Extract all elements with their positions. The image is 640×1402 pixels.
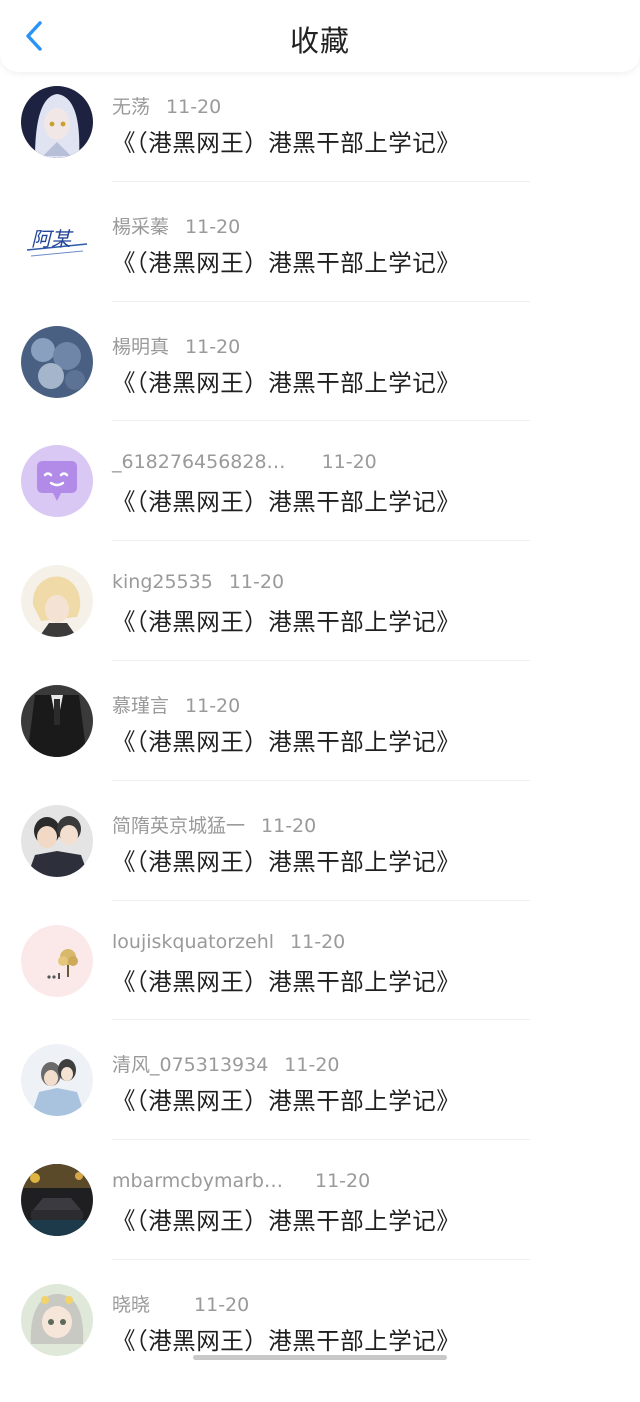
- list-item[interactable]: loujiskquatorzehl 11-20 《（港黑网王）港黑干部上学记》: [0, 923, 640, 1043]
- user-name[interactable]: loujiskquatorzehl: [112, 931, 274, 953]
- divider: [112, 420, 530, 422]
- couple-avatar-icon: [21, 1044, 93, 1117]
- book-title[interactable]: 《（港黑网王）港黑干部上学记》: [112, 843, 460, 877]
- user-name[interactable]: 慕瑾言: [112, 695, 169, 717]
- chibi-girl-avatar-icon: [21, 1283, 93, 1356]
- item-meta: mbarmcbymarb… 11-20: [112, 1170, 370, 1196]
- user-name[interactable]: 无荡: [112, 96, 150, 118]
- book-title[interactable]: 《（港黑网王）港黑干部上学记》: [112, 603, 460, 637]
- item-meta: 无荡 11-20: [112, 92, 221, 118]
- list-item[interactable]: 清风_075313934 11-20 《（港黑网王）港黑干部上学记》: [0, 1042, 640, 1162]
- book-title[interactable]: 《（港黑网王）港黑干部上学记》: [112, 124, 460, 158]
- book-title[interactable]: 《（港黑网王）港黑干部上学记》: [112, 483, 460, 517]
- list-item[interactable]: mbarmcbymarb… 11-20 《（港黑网王）港黑干部上学记》: [0, 1162, 640, 1282]
- home-indicator[interactable]: [193, 1355, 447, 1360]
- list-item[interactable]: king25535 11-20 《（港黑网王）港黑干部上学记》: [0, 563, 640, 683]
- item-meta: 楊采蓁 11-20: [112, 212, 240, 238]
- item-date: 11-20: [185, 215, 241, 238]
- user-name[interactable]: mbarmcbymarb…: [112, 1170, 283, 1192]
- item-meta: 慕瑾言 11-20: [112, 691, 240, 717]
- divider: [112, 180, 530, 182]
- item-meta: 楊明真 11-20: [112, 332, 240, 358]
- anime-girl-avatar-icon: [21, 86, 93, 158]
- divider: [112, 1019, 530, 1021]
- avatar[interactable]: [21, 924, 93, 997]
- avatar[interactable]: [21, 1164, 93, 1237]
- item-date: 11-20: [261, 814, 317, 837]
- book-title[interactable]: 《（港黑网王）港黑干部上学记》: [112, 723, 460, 757]
- avatar[interactable]: [21, 1283, 93, 1356]
- user-name[interactable]: 清风_075313934: [112, 1054, 268, 1076]
- item-meta: 晓晓 11-20: [112, 1290, 249, 1316]
- user-name[interactable]: 晓晓: [112, 1294, 150, 1316]
- user-name[interactable]: 简隋英京城猛一: [112, 815, 245, 837]
- avatar[interactable]: [21, 86, 93, 158]
- flowers-avatar-icon: [21, 325, 93, 398]
- list-item[interactable]: 楊明真 11-20 《（港黑网王）港黑干部上学记》: [0, 324, 640, 444]
- list-item[interactable]: 晓晓 11-20 《（港黑网王）港黑干部上学记》: [0, 1282, 640, 1402]
- user-name[interactable]: 楊采蓁: [112, 216, 169, 238]
- divider: [112, 899, 530, 901]
- avatar[interactable]: [21, 1044, 93, 1117]
- list-item[interactable]: 慕瑾言 11-20 《（港黑网王）港黑干部上学记》: [0, 683, 640, 803]
- item-meta: _618276456828… 11-20: [112, 451, 377, 477]
- two-men-avatar-icon: [21, 804, 93, 877]
- item-meta: loujiskquatorzehl 11-20: [112, 931, 345, 957]
- list-item[interactable]: 简隋英京城猛一 11-20 《（港黑网王）港黑干部上学记》: [0, 803, 640, 923]
- list-item[interactable]: 无荡 11-20 《（港黑网王）港黑干部上学记》: [0, 84, 640, 204]
- avatar[interactable]: [21, 565, 93, 638]
- chat-bubble-avatar-icon: [21, 445, 93, 518]
- avatar[interactable]: 阿某: [21, 205, 93, 278]
- book-title[interactable]: 《（港黑网王）港黑干部上学记》: [112, 364, 460, 398]
- book-title[interactable]: 《（港黑网王）港黑干部上学记》: [112, 1202, 460, 1236]
- item-date: 11-20: [185, 694, 241, 717]
- avatar[interactable]: [21, 445, 93, 518]
- divider: [112, 1139, 530, 1141]
- item-date: 11-20: [284, 1054, 340, 1077]
- list-item[interactable]: 阿某 楊采蓁 11-20 《（港黑网王）港黑干部上学记》: [0, 204, 640, 324]
- user-name[interactable]: king25535: [112, 571, 213, 593]
- anime-boy-avatar-icon: [21, 565, 93, 638]
- signature-avatar-icon: 阿某: [21, 205, 93, 278]
- divider: [112, 1258, 530, 1260]
- avatar[interactable]: [21, 325, 93, 398]
- item-meta: 简隋英京城猛一 11-20: [112, 811, 316, 837]
- item-meta: 清风_075313934 11-20: [112, 1050, 340, 1076]
- item-date: 11-20: [166, 96, 222, 118]
- divider: [112, 659, 530, 661]
- book-title[interactable]: 《（港黑网王）港黑干部上学记》: [112, 244, 460, 278]
- avatar[interactable]: [21, 804, 93, 877]
- avatar-text: 阿某: [31, 227, 74, 251]
- suit-avatar-icon: [21, 684, 93, 757]
- divider: [112, 779, 530, 781]
- top-bar: 收藏: [0, 0, 640, 72]
- book-title[interactable]: 《（港黑网王）港黑干部上学记》: [112, 1082, 460, 1116]
- book-title[interactable]: 《（港黑网王）港黑干部上学记》: [112, 1322, 460, 1356]
- user-name[interactable]: 楊明真: [112, 336, 169, 358]
- item-date: 11-20: [290, 930, 346, 953]
- item-date: 11-20: [228, 571, 285, 594]
- divider: [112, 300, 530, 302]
- list-item[interactable]: _618276456828… 11-20 《（港黑网王）港黑干部上学记》: [0, 443, 640, 563]
- avatar[interactable]: [21, 684, 93, 757]
- item-date: 11-20: [321, 451, 377, 474]
- car-avatar-icon: [21, 1164, 93, 1237]
- book-title[interactable]: 《（港黑网王）港黑干部上学记》: [112, 963, 460, 997]
- tree-avatar-icon: [21, 924, 93, 997]
- favorites-list: 无荡 11-20 《（港黑网王）港黑干部上学记》 阿某 楊采蓁 11-20 《（港黑…: [0, 84, 640, 1402]
- item-date: 11-20: [314, 1170, 371, 1193]
- item-meta: king25535 11-20: [112, 571, 284, 597]
- item-date: 11-20: [185, 335, 241, 358]
- item-date: 11-20: [194, 1293, 250, 1316]
- page-title: 收藏: [289, 24, 350, 58]
- divider: [112, 540, 530, 542]
- user-name[interactable]: _618276456828…: [112, 451, 286, 473]
